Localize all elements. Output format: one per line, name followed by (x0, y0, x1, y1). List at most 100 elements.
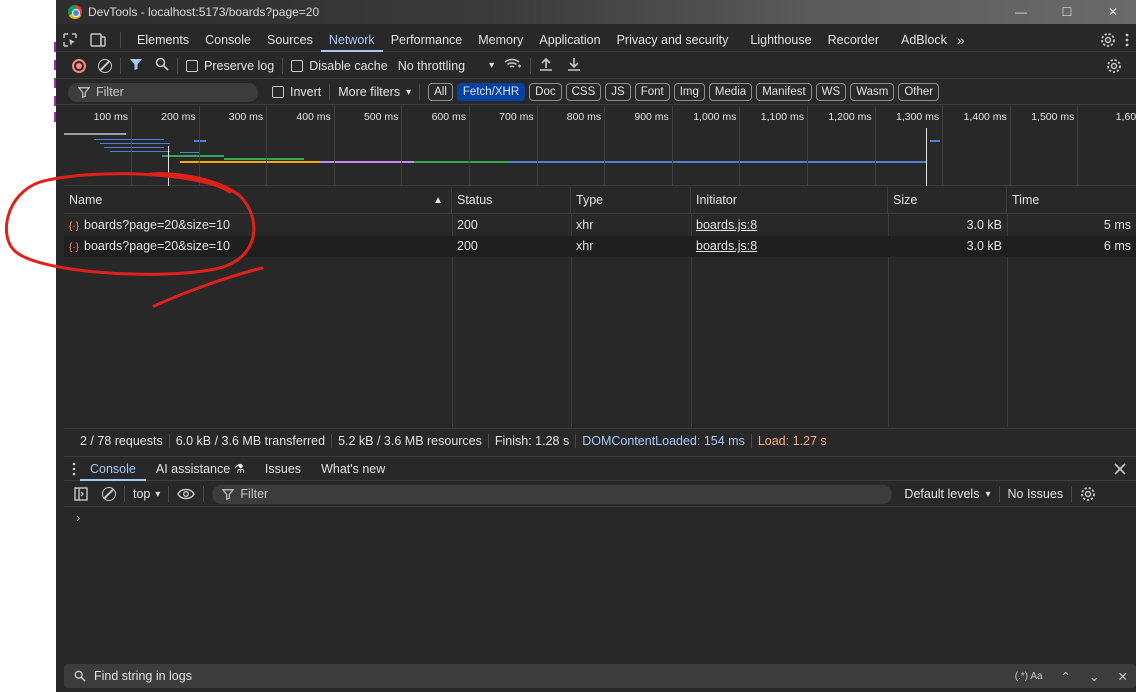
preserve-log-checkbox[interactable]: Preserve log (186, 59, 274, 73)
table-row[interactable]: {·} boards?page=20&size=10 200 xhr boards… (64, 236, 1136, 257)
more-tabs-icon[interactable]: » (955, 28, 967, 52)
overview-tick-label: 200 ms (161, 111, 196, 123)
checkbox-box[interactable] (272, 86, 284, 98)
disable-cache-checkbox[interactable]: Disable cache (291, 59, 388, 73)
filter-funnel-icon (222, 489, 235, 500)
overview-bar (510, 161, 926, 163)
export-har-icon[interactable] (567, 57, 581, 74)
column-size[interactable]: Size (888, 187, 1007, 214)
close-window-button[interactable]: ✕ (1090, 0, 1136, 24)
chip-all[interactable]: All (428, 83, 453, 101)
tab-sources[interactable]: Sources (259, 28, 321, 52)
kebab-menu-icon[interactable] (1124, 32, 1130, 48)
console-prompt-icon[interactable]: › (76, 510, 80, 525)
tab-memory[interactable]: Memory (470, 28, 531, 52)
chrome-logo-icon (68, 5, 82, 19)
overview-tick-line (536, 106, 538, 186)
overview-tick-line (401, 106, 403, 186)
chip-media[interactable]: Media (708, 83, 753, 101)
summary-finish: Finish: 1.28 s (489, 434, 577, 448)
console-filter-input[interactable]: Filter (212, 484, 893, 504)
column-time[interactable]: Time (1007, 187, 1136, 214)
divider (120, 57, 121, 74)
settings-gear-icon[interactable] (1100, 32, 1116, 48)
drawer-menu-icon[interactable] (72, 462, 76, 476)
overview-tick-line (266, 106, 268, 186)
more-filters-dropdown[interactable]: More filters ▾ (338, 85, 411, 99)
chip-wasm[interactable]: Wasm (850, 83, 895, 101)
drawer-tab-issues[interactable]: Issues (255, 457, 311, 481)
chip-other[interactable]: Other (898, 83, 940, 101)
minimize-button[interactable]: — (998, 0, 1044, 24)
close-drawer-icon[interactable] (1114, 463, 1126, 475)
tab-console[interactable]: Console (197, 28, 259, 52)
chip-ws[interactable]: WS (815, 83, 847, 101)
device-toolbar-icon[interactable] (84, 28, 112, 52)
chip-font[interactable]: Font (634, 83, 670, 101)
checkbox-box[interactable] (291, 59, 304, 72)
tab-network[interactable]: Network (320, 28, 383, 52)
close-find-icon[interactable]: ✕ (1118, 669, 1128, 684)
invert-checkbox[interactable]: Invert (272, 85, 321, 99)
clear-console-icon[interactable] (102, 487, 116, 501)
overview-tick-line (131, 106, 132, 186)
find-previous-icon[interactable]: ⌃ (1061, 669, 1071, 684)
tab-adblock[interactable]: AdBlock (893, 28, 955, 52)
regex-toggle[interactable]: (.*) Aa (1015, 671, 1043, 682)
drawer-tab-bar: Console AI assistance ⚗ Issues What's ne… (64, 456, 1136, 481)
initiator-link[interactable]: boards.js:8 (696, 218, 757, 232)
inspect-element-icon[interactable] (56, 28, 84, 52)
clear-icon[interactable] (98, 58, 112, 73)
tab-recorder[interactable]: Recorder (820, 28, 887, 52)
column-status[interactable]: Status (452, 187, 571, 214)
log-levels-dropdown[interactable]: Default levels ▾ (904, 487, 990, 501)
overview-tick-label: 1,300 ms (895, 111, 940, 123)
context-selector[interactable]: top ▾ (133, 487, 160, 501)
cell-name[interactable]: {·} boards?page=20&size=10 (64, 236, 452, 257)
drawer-tab-ai-assistance[interactable]: AI assistance ⚗ (146, 457, 255, 481)
filter-funnel-icon[interactable] (129, 57, 143, 74)
checkbox-box[interactable] (186, 59, 198, 72)
search-icon[interactable] (155, 57, 169, 74)
sidebar-toggle-icon[interactable] (74, 487, 88, 501)
throttling-select[interactable]: No throttling ▾ (398, 59, 494, 73)
tab-performance[interactable]: Performance (383, 28, 471, 52)
chip-js[interactable]: JS (605, 83, 631, 101)
chip-fetch-xhr[interactable]: Fetch/XHR (456, 83, 526, 101)
network-overview-timeline[interactable]: 100 ms 200 ms 300 ms 400 ms 500 ms 600 ms 700 … (64, 106, 1136, 186)
find-input[interactable]: Find string in logs (94, 669, 192, 683)
network-conditions-icon[interactable] (504, 57, 522, 74)
summary-resources: 5.2 kB / 3.6 MB resources (332, 434, 489, 448)
column-initiator[interactable]: Initiator (691, 187, 888, 214)
network-filter-input[interactable]: Filter (68, 82, 258, 102)
chip-doc[interactable]: Doc (529, 83, 562, 101)
filter-bar: Filter Invert More filters ▾ All Fetch/X… (56, 80, 1136, 105)
table-row[interactable]: {·} boards?page=20&size=10 200 xhr boards… (64, 215, 1136, 236)
tab-elements[interactable]: Elements (129, 28, 197, 52)
drawer-tab-console[interactable]: Console (80, 457, 146, 481)
chip-img[interactable]: Img (673, 83, 705, 101)
live-expression-eye-icon[interactable] (177, 488, 196, 500)
find-next-icon[interactable]: ⌄ (1089, 669, 1099, 684)
chip-manifest[interactable]: Manifest (756, 83, 812, 101)
resource-type-chips: All Fetch/XHR Doc CSS JS Font Img Media … (428, 83, 943, 101)
chip-css[interactable]: CSS (565, 83, 602, 101)
load-marker (926, 128, 927, 186)
divider (177, 57, 178, 74)
network-settings-gear-icon[interactable] (1106, 58, 1122, 77)
tab-privacy-security[interactable]: Privacy and security (609, 28, 737, 52)
console-settings-gear-icon[interactable] (1080, 486, 1096, 502)
tab-lighthouse[interactable]: Lighthouse (742, 28, 819, 52)
divider (203, 486, 205, 502)
import-har-icon[interactable] (539, 57, 553, 74)
maximize-button[interactable]: ☐ (1044, 0, 1090, 24)
drawer-tab-whats-new[interactable]: What's new (311, 457, 395, 481)
invert-label: Invert (290, 85, 322, 99)
tab-application[interactable]: Application (531, 28, 608, 52)
initiator-link[interactable]: boards.js:8 (696, 239, 757, 253)
record-icon[interactable] (72, 58, 86, 73)
column-type[interactable]: Type (571, 187, 691, 214)
column-name[interactable]: Name ▲ (64, 187, 452, 214)
cell-name[interactable]: {·} boards?page=20&size=10 (64, 215, 452, 236)
issues-count[interactable]: No Issues (1008, 487, 1064, 501)
